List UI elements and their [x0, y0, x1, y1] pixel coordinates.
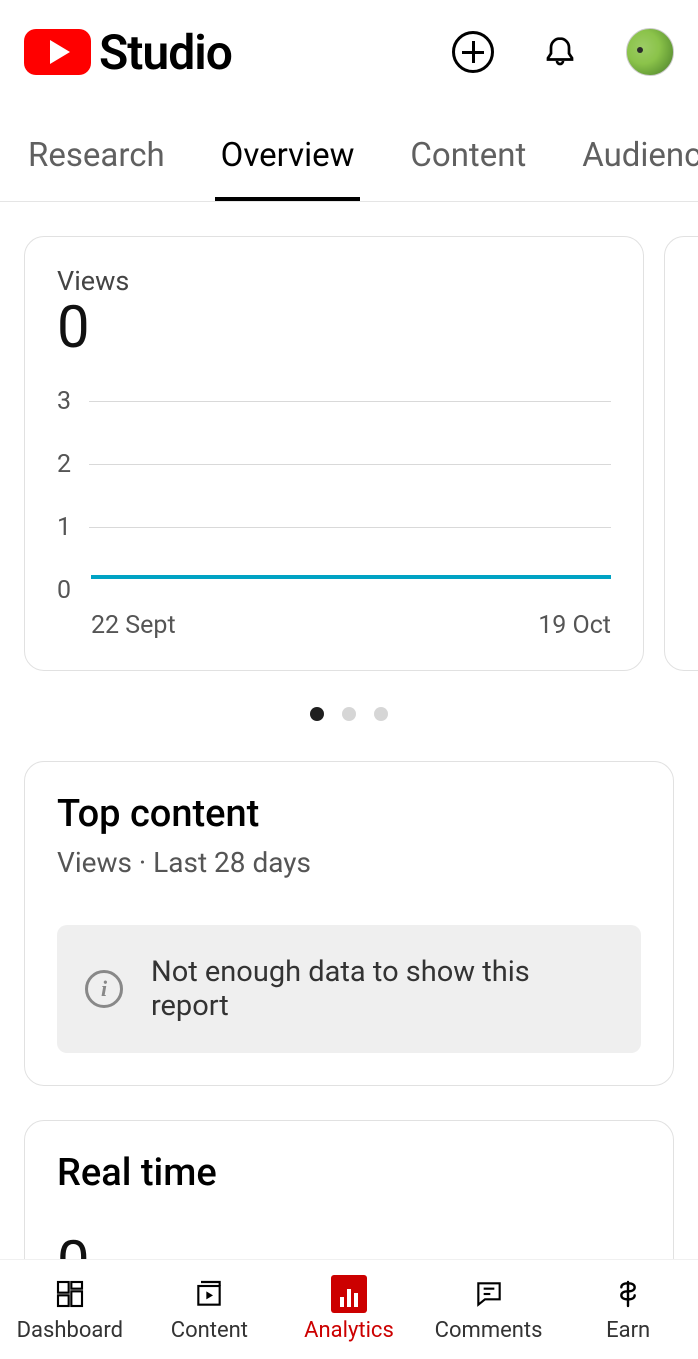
nav-label: Comments	[435, 1318, 543, 1343]
tab-audience[interactable]: Audience	[582, 136, 698, 201]
pager-dot-2[interactable]	[374, 707, 388, 721]
y-tick: 3	[57, 387, 71, 416]
views-card-value: 0	[57, 299, 611, 357]
analytics-icon	[331, 1276, 367, 1312]
nav-label: Content	[171, 1318, 248, 1343]
empty-state-banner: i Not enough data to show this report	[57, 925, 641, 1053]
tab-content[interactable]: Content	[410, 136, 526, 201]
analytics-tabs: Research Overview Content Audience	[0, 104, 698, 202]
tab-research[interactable]: Research	[28, 136, 165, 201]
info-icon: i	[85, 970, 123, 1008]
y-tick: 1	[57, 513, 71, 542]
top-content-title: Top content	[57, 792, 641, 836]
views-card-title: Views	[57, 265, 611, 297]
top-content-subtitle: Views · Last 28 days	[57, 846, 641, 879]
nav-label: Analytics	[304, 1318, 394, 1343]
youtube-logo-icon	[24, 29, 91, 75]
nav-dashboard[interactable]: Dashboard	[0, 1260, 140, 1359]
nav-label: Dashboard	[17, 1318, 123, 1343]
avatar[interactable]	[626, 28, 674, 76]
pager-dot-0[interactable]	[310, 707, 324, 721]
bell-icon	[542, 32, 578, 72]
nav-comments[interactable]: Comments	[419, 1260, 559, 1359]
y-tick: 0	[57, 576, 71, 605]
logo-text: Studio	[99, 24, 232, 81]
views-card[interactable]: Views 0 3 2 1 0 22 Sept 19 Oct	[24, 236, 644, 671]
views-chart: 3 2 1 0	[57, 387, 611, 637]
y-tick: 2	[57, 450, 71, 479]
header: Studio	[0, 0, 698, 104]
empty-state-message: Not enough data to show this report	[151, 955, 613, 1023]
dashboard-icon	[52, 1276, 88, 1312]
nav-content[interactable]: Content	[140, 1260, 280, 1359]
bottom-nav: Dashboard Content Analytics Comments	[0, 1259, 698, 1359]
content-icon	[191, 1276, 227, 1312]
realtime-title: Real time	[57, 1151, 641, 1195]
pager-dot-1[interactable]	[342, 707, 356, 721]
nav-label: Earn	[606, 1318, 650, 1343]
tab-overview[interactable]: Overview	[221, 136, 355, 201]
nav-earn[interactable]: Earn	[558, 1260, 698, 1359]
realtime-value: 0	[57, 1229, 641, 1259]
top-content-card: Top content Views · Last 28 days i Not e…	[24, 761, 674, 1086]
carousel-pager	[24, 707, 674, 721]
earn-icon	[610, 1276, 646, 1312]
nav-analytics[interactable]: Analytics	[279, 1260, 419, 1359]
chart-data-line	[91, 575, 611, 579]
next-metric-card-peek[interactable]	[664, 236, 698, 671]
notifications-button[interactable]	[542, 32, 578, 72]
main-content: Views 0 3 2 1 0 22 Sept 19 Oct	[0, 202, 698, 1259]
realtime-card: Real time 0	[24, 1120, 674, 1259]
create-button[interactable]	[452, 31, 494, 73]
comments-icon	[471, 1276, 507, 1312]
logo[interactable]: Studio	[24, 24, 232, 81]
